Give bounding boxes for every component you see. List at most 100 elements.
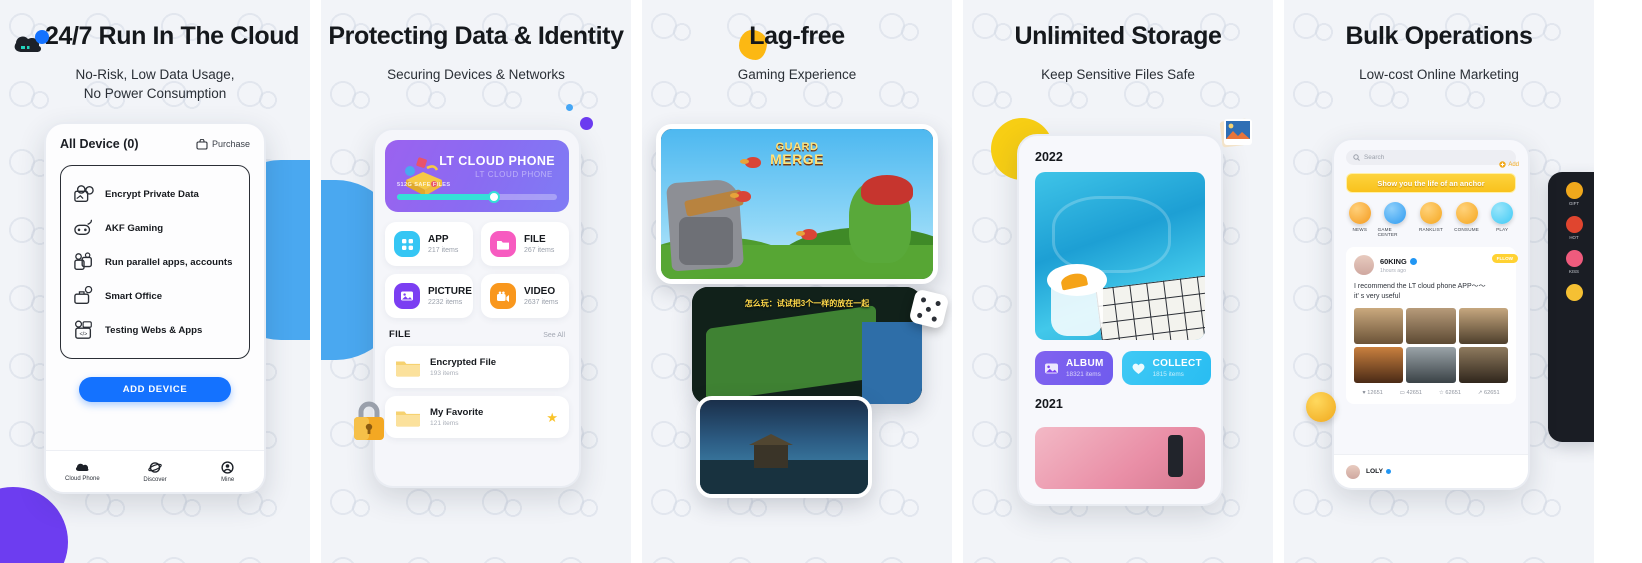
star-icon[interactable]: ★ — [546, 410, 558, 426]
play-icon — [1491, 202, 1514, 224]
storage-slider-knob[interactable] — [488, 191, 501, 203]
panel-2-header: Protecting Data & Identity Securing Devi… — [321, 0, 631, 84]
see-all-link[interactable]: See All — [543, 332, 565, 339]
nav-item-game-center[interactable]: GAME CENTER — [1378, 202, 1414, 237]
promo-panel-1: 24/7 Run In The Cloud No-Risk, Low Data … — [0, 0, 310, 563]
image-icon — [1045, 363, 1058, 373]
storage-slider[interactable] — [397, 191, 557, 203]
subtitle-line-2: No Power Consumption — [83, 86, 227, 101]
post-photo[interactable] — [1458, 308, 1508, 344]
photo-phone-object — [1168, 435, 1183, 477]
list-item[interactable]: Encrypt Private Data — [61, 177, 249, 211]
post-photo-grid — [1354, 308, 1508, 383]
stat-comments[interactable]: ▭ 42651 — [1400, 390, 1422, 396]
page-subtitle: Keep Sensitive Files Safe — [1041, 67, 1195, 82]
category-card-app[interactable]: APP 217 items — [385, 222, 473, 266]
game-screenshot-guard-merge[interactable]: GUARD MERGE — [656, 124, 938, 284]
search-placeholder: Search — [1364, 154, 1385, 161]
gallery-photo-secondary[interactable] — [1035, 427, 1205, 489]
avatar[interactable] — [1354, 255, 1374, 275]
gallery-photo-main[interactable] — [1035, 172, 1205, 340]
marquee-banner[interactable]: Show you the life of an anchor — [1346, 173, 1516, 193]
album-button[interactable]: ALBUM 18321 items — [1035, 351, 1113, 385]
phone-mockup-device-list: All Device (0) Purchase Encrypt Private … — [44, 122, 266, 494]
phone-mockup-file-manager: LT CLOUD PHONE LT CLOUD PHONE 512G SAFE … — [373, 128, 581, 488]
game-logo: GUARD MERGE — [770, 141, 824, 166]
post-photo[interactable] — [1458, 347, 1508, 383]
feed-post: 60KING 1hours ago FLLOW I recommend the … — [1346, 247, 1518, 404]
list-item[interactable]: Run parallel apps, accounts — [61, 245, 249, 279]
category-name: PICTURE — [428, 286, 472, 297]
gallery-year-2021: 2021 — [1035, 397, 1063, 411]
side-item-gift[interactable]: GIFT — [1548, 182, 1594, 206]
nav-label: CONSUME — [1454, 227, 1480, 232]
game-screenshot-merge-board[interactable]: 怎么玩：试试把3个一样的放在一起 — [692, 287, 922, 404]
follow-button[interactable]: FLLOW — [1491, 253, 1518, 263]
nav-item-news[interactable]: NEWS — [1342, 202, 1378, 237]
panel-divider — [1273, 0, 1284, 563]
avatar[interactable] — [1346, 464, 1360, 479]
smile-icon — [1565, 284, 1583, 301]
category-count: 2637 items — [524, 299, 559, 306]
list-item[interactable]: </> Testing Webs & Apps — [61, 313, 249, 347]
nav-item-consume[interactable]: CONSUME — [1449, 202, 1485, 237]
stat-stars[interactable]: ☆ 62651 — [1439, 390, 1461, 396]
coin-icon — [1455, 202, 1478, 224]
tab-discover[interactable]: Discover — [119, 451, 192, 492]
list-item[interactable]: Smart Office — [61, 279, 249, 313]
game-screenshot-night-scene[interactable] — [696, 396, 872, 498]
game-bird — [796, 229, 817, 240]
folder-icon — [395, 361, 420, 377]
stat-shares[interactable]: ↗ 62651 — [1478, 390, 1500, 396]
file-row-encrypted[interactable]: Encrypted File 193 items — [385, 346, 569, 388]
side-item-kiss[interactable]: KISS — [1548, 250, 1594, 274]
nav-label: RANKLIST — [1418, 227, 1444, 232]
bottom-tabbar: Cloud Phone Discover Mine — [46, 450, 264, 492]
tab-label: Cloud Phone — [64, 475, 100, 482]
post-photo[interactable] — [1406, 347, 1456, 383]
device-list-header: All Device (0) Purchase — [46, 124, 264, 161]
post-username: 60KING — [1380, 257, 1417, 266]
nav-item-ranklist[interactable]: RANKLIST — [1413, 202, 1449, 237]
post-photo[interactable] — [1354, 308, 1404, 344]
cloud-phone-banner[interactable]: LT CLOUD PHONE LT CLOUD PHONE 512G SAFE … — [385, 140, 569, 212]
post-photo[interactable] — [1406, 308, 1456, 344]
all-device-label: All Device (0) — [60, 137, 139, 151]
purple-decorative-blob — [0, 487, 68, 563]
bottom-username-text: LOLY — [1366, 468, 1383, 475]
side-item-hot[interactable]: HOT — [1548, 216, 1594, 240]
parallel-apps-icon — [74, 252, 92, 270]
nav-item-play[interactable]: PLAY — [1484, 202, 1520, 237]
tab-cloud-phone[interactable]: Cloud Phone — [46, 451, 119, 492]
trophy-icon — [1419, 202, 1442, 224]
search-input[interactable]: Search — [1346, 150, 1516, 165]
page-subtitle: No-Risk, Low Data Usage, No Power Consum… — [0, 65, 310, 103]
svg-text:</>: </> — [79, 331, 87, 337]
tab-mine[interactable]: Mine — [191, 451, 264, 492]
category-card-file[interactable]: FILE 267 items — [481, 222, 569, 266]
gamepad-icon — [1384, 202, 1407, 224]
image-icon — [394, 283, 420, 309]
category-card-video[interactable]: VIDEO 2637 items — [481, 274, 569, 318]
post-photo[interactable] — [1354, 347, 1404, 383]
collect-button[interactable]: COLLECT 1815 items — [1121, 351, 1211, 385]
briefcase-icon — [74, 286, 93, 304]
nav-label: PLAY — [1496, 227, 1509, 232]
purchase-button[interactable]: Purchase — [196, 138, 250, 150]
fire-icon — [1565, 216, 1583, 233]
search-row: Search Add — [1334, 150, 1528, 168]
add-button[interactable]: Add — [1499, 161, 1519, 168]
storage-slider-fill — [397, 194, 493, 200]
list-item[interactable]: AKF Gaming — [61, 211, 249, 245]
category-card-picture[interactable]: PICTURE 2232 items — [385, 274, 473, 318]
file-row-favorite[interactable]: My Favorite 121 items ★ — [385, 396, 569, 438]
subtitle-line-1: No-Risk, Low Data Usage, — [75, 67, 235, 82]
side-item-smile[interactable] — [1548, 284, 1594, 303]
file-name: Encrypted File — [430, 357, 497, 368]
panel-5-header: Bulk Operations Low-cost Online Marketin… — [1284, 0, 1594, 84]
add-device-button[interactable]: ADD DEVICE — [79, 377, 231, 402]
stat-likes[interactable]: ♥ 12651 — [1362, 390, 1382, 396]
bag-icon — [196, 138, 208, 150]
purchase-label: Purchase — [211, 139, 250, 149]
promo-panel-4: Unlimited Storage Keep Sensitive Files S… — [963, 0, 1273, 563]
